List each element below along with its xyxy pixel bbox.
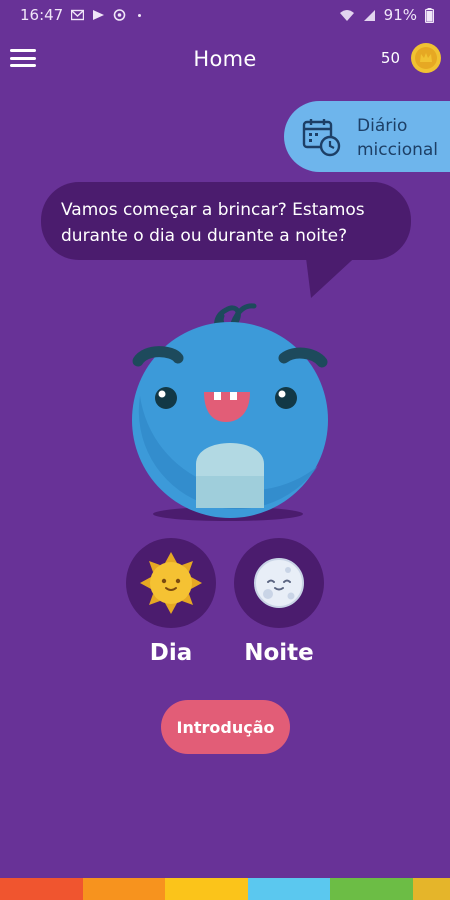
stripe-segment	[165, 878, 248, 900]
gmail-icon	[71, 9, 85, 21]
status-right: 91%	[339, 6, 434, 24]
mascot-character	[132, 303, 328, 521]
play-store-icon	[93, 10, 105, 20]
stripe-segment	[0, 878, 83, 900]
stripe-segment	[82, 878, 166, 900]
stripe-segment	[412, 878, 450, 900]
speech-text: Vamos começar a brincar? Estamos durante…	[61, 200, 365, 246]
night-button[interactable]	[234, 538, 324, 628]
moon-icon	[254, 558, 304, 608]
page-title: Home	[193, 47, 257, 71]
sun-icon	[140, 552, 202, 614]
day-button[interactable]	[126, 538, 216, 628]
calendar-clock-icon	[302, 119, 341, 157]
speech-bubble: Vamos começar a brincar? Estamos durante…	[41, 182, 411, 260]
diary-button[interactable]: Diário miccional	[284, 101, 450, 172]
coin-icon	[411, 43, 441, 73]
speech-bubble-tail	[305, 250, 363, 298]
wifi-icon	[339, 9, 354, 21]
battery-percent: 91%	[383, 6, 417, 24]
coin-balance[interactable]: 50	[381, 42, 442, 74]
stripe-segment	[330, 878, 413, 900]
day-label: Dia	[149, 640, 193, 666]
app-bar: Home 50	[0, 30, 450, 88]
night-label: Noite	[244, 640, 314, 666]
color-stripe	[0, 878, 450, 900]
more-notifications-dot	[138, 13, 142, 17]
status-left: 16:47	[20, 6, 142, 24]
coin-count: 50	[380, 49, 400, 67]
status-time: 16:47	[20, 6, 64, 24]
status-bar: 16:47 91%	[0, 0, 450, 30]
intro-button[interactable]: Introdução	[161, 700, 290, 754]
battery-icon	[425, 7, 434, 23]
diary-label: Diário miccional	[357, 116, 439, 160]
stripe-segment	[247, 878, 331, 900]
hamburger-menu-icon[interactable]	[10, 47, 36, 69]
app-notification-icon	[113, 9, 126, 21]
signal-icon	[363, 9, 375, 21]
